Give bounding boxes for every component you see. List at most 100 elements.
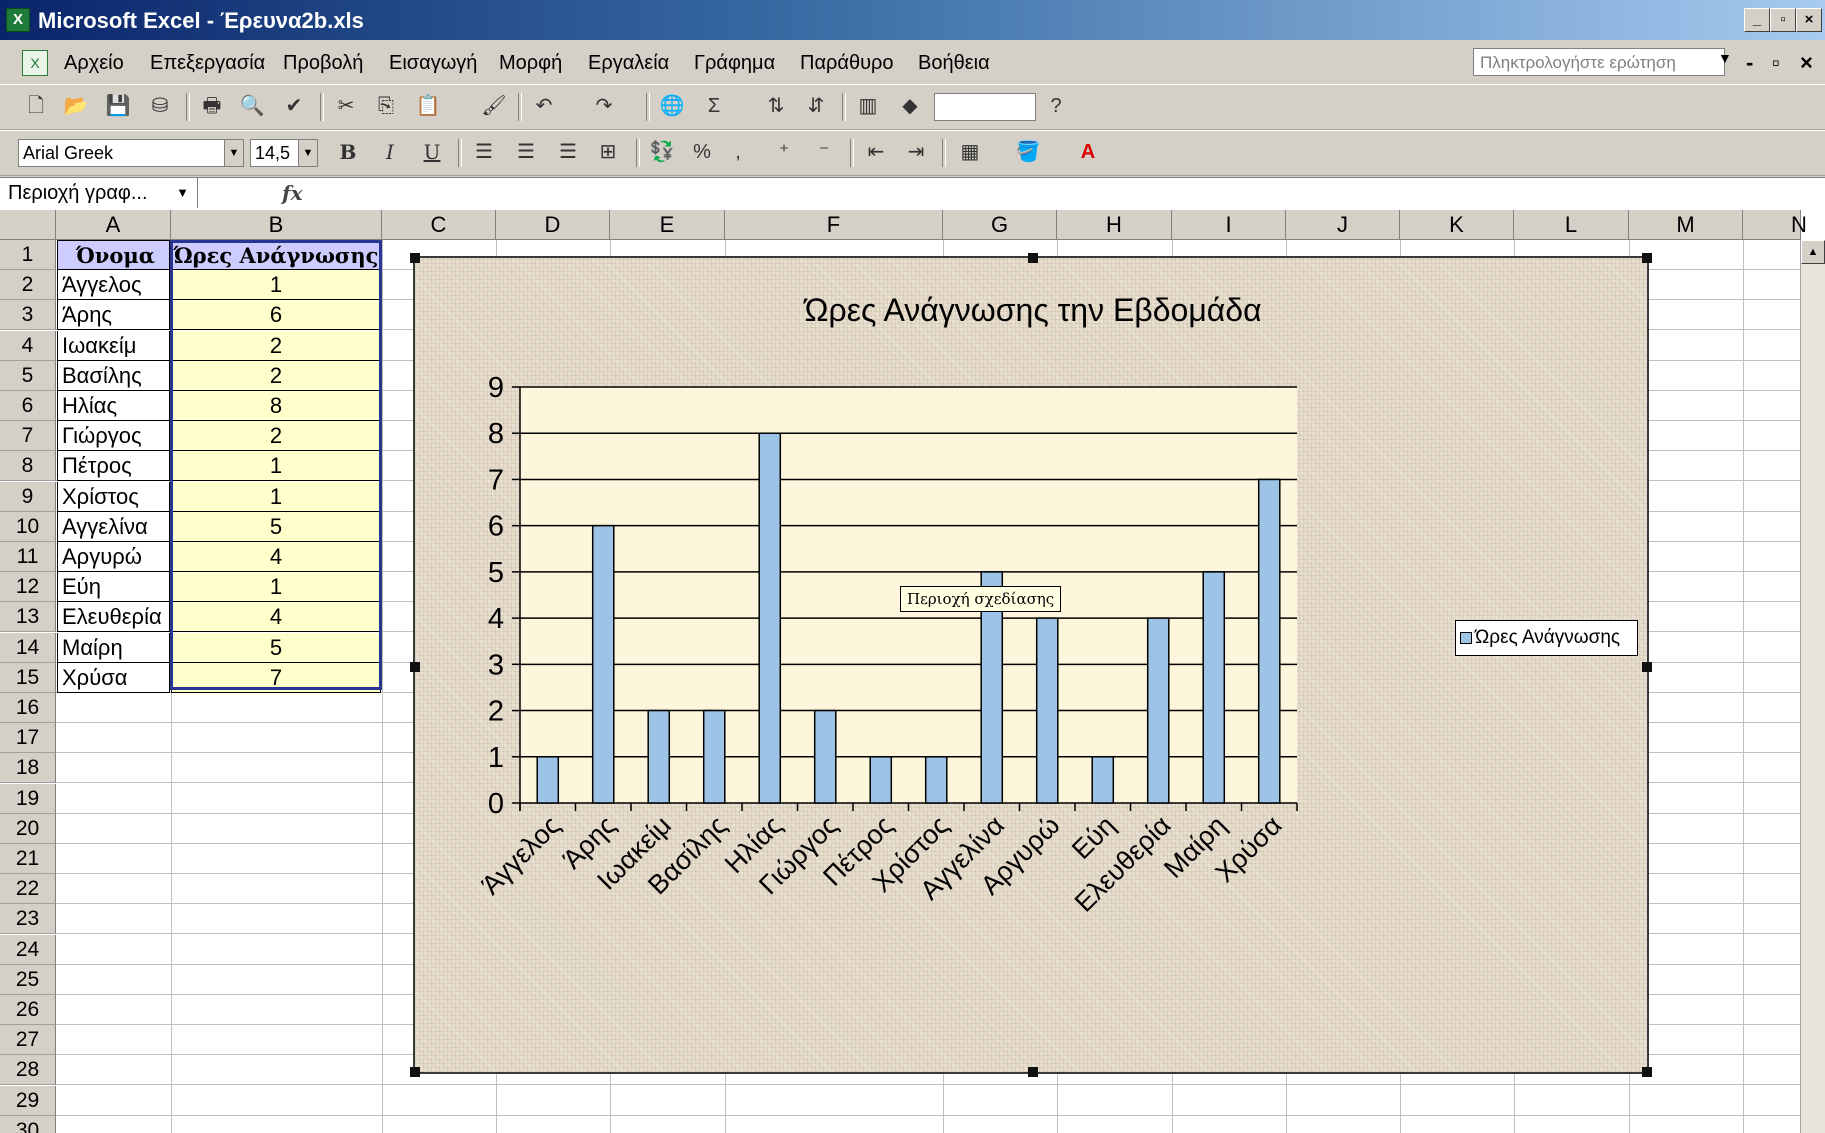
row-header[interactable]: 12 [0, 572, 56, 602]
merge-center-icon[interactable]: ⊞ [594, 139, 622, 165]
borders-icon[interactable]: ▦ [956, 139, 984, 165]
doc-close-button[interactable]: × [1800, 50, 1813, 76]
italic-button[interactable]: I [376, 139, 404, 165]
font-name-combo[interactable]: Arial Greek ▼ [18, 139, 244, 167]
doc-minimize-button[interactable]: - [1746, 50, 1753, 76]
cell-hours[interactable]: 1 [171, 482, 381, 512]
align-left-icon[interactable]: ☰ [470, 139, 498, 165]
bold-button[interactable]: B [334, 139, 362, 165]
chart-area[interactable]: Ώρες Ανάγνωσης την Εβδομάδα 0 1 2 3 4 5 6 7 8 9 Άγ… [410, 253, 1652, 1077]
menu-chart[interactable]: Γράφημα [694, 52, 775, 75]
column-header[interactable]: E [610, 210, 725, 240]
row-header[interactable]: 17 [0, 723, 56, 753]
spelling-icon[interactable]: ✔ [280, 93, 308, 119]
cut-icon[interactable]: ✂ [332, 93, 360, 119]
row-header[interactable]: 22 [0, 874, 56, 904]
help-icon[interactable]: ? [1042, 93, 1070, 119]
print-preview-icon[interactable]: 🔍 [238, 93, 266, 119]
cell-hours[interactable]: 6 [171, 300, 381, 330]
format-painter-icon[interactable]: 🖌 [480, 93, 508, 119]
column-header[interactable]: A [56, 210, 171, 240]
sort-ascending-icon[interactable]: ⇅ [762, 93, 790, 119]
row-header[interactable]: 15 [0, 663, 56, 693]
save-icon[interactable]: 💾 [104, 93, 132, 119]
new-icon[interactable]: 🗋 [22, 93, 50, 119]
chevron-down-icon[interactable]: ▼ [176, 178, 189, 208]
cell-hours[interactable]: 4 [171, 602, 381, 632]
select-all-corner[interactable] [0, 210, 56, 240]
cell-hours[interactable]: 1 [171, 572, 381, 602]
print-icon[interactable]: 🖶 [198, 93, 226, 119]
row-header[interactable]: 25 [0, 965, 56, 995]
column-header[interactable]: K [1400, 210, 1514, 240]
cell-name[interactable]: Γιώργος [57, 421, 170, 451]
increase-decimal-icon[interactable]: ⁺ [770, 139, 798, 165]
column-header[interactable]: B [171, 210, 382, 240]
column-header[interactable]: L [1514, 210, 1629, 240]
font-size-combo[interactable]: 14,5 ▼ [250, 139, 318, 167]
row-header[interactable]: 26 [0, 995, 56, 1025]
header-cell-hours[interactable]: Ώρες Ανάγνωσης [171, 240, 381, 270]
column-header[interactable]: I [1172, 210, 1286, 240]
cell-name[interactable]: Μαίρη [57, 633, 170, 663]
undo-icon[interactable]: ↶ [530, 93, 558, 119]
cell-name[interactable]: Ηλίας [57, 391, 170, 421]
row-header[interactable]: 21 [0, 844, 56, 874]
workbook-icon[interactable]: X [22, 50, 48, 76]
row-header[interactable]: 30 [0, 1116, 56, 1133]
zoom-combo[interactable] [934, 93, 1036, 121]
cell-name[interactable]: Άγγελος [57, 270, 170, 300]
cell-name[interactable]: Αγγελίνα [57, 512, 170, 542]
column-header[interactable]: N [1743, 210, 1807, 240]
row-header[interactable]: 4 [0, 331, 56, 361]
permission-icon[interactable]: ⛁ [146, 93, 174, 119]
cell-hours[interactable]: 1 [171, 270, 381, 300]
column-header[interactable]: D [496, 210, 610, 240]
cell-hours[interactable]: 1 [171, 451, 381, 481]
row-header[interactable]: 3 [0, 300, 56, 330]
cell-name[interactable]: Άρης [57, 300, 170, 330]
worksheet-grid[interactable]: A B C D E F G H I J K L M N 1 2 3 4 5 6 7 8 9 10 1… [0, 210, 1825, 1133]
menu-tools[interactable]: Εργαλεία [588, 52, 669, 75]
paste-icon[interactable]: 📋 [414, 93, 442, 119]
row-header[interactable]: 24 [0, 935, 56, 965]
column-header[interactable]: F [725, 210, 943, 240]
row-header[interactable]: 5 [0, 361, 56, 391]
column-header[interactable]: G [943, 210, 1057, 240]
row-header[interactable]: 20 [0, 814, 56, 844]
cell-hours[interactable]: 5 [171, 512, 381, 542]
menu-help[interactable]: Βοήθεια [918, 52, 990, 75]
formula-input[interactable] [310, 178, 1825, 208]
column-header[interactable]: C [382, 210, 496, 240]
row-header[interactable]: 1 [0, 240, 56, 270]
menu-edit[interactable]: Επεξεργασία [150, 52, 265, 75]
ask-question-input[interactable]: Πληκτρολογήστε ερώτηση [1473, 48, 1725, 76]
cell-name[interactable]: Ιωακείμ [57, 331, 170, 361]
row-header[interactable]: 28 [0, 1055, 56, 1085]
percent-button[interactable]: % [688, 139, 716, 165]
cell-name[interactable]: Χρύσα [57, 663, 170, 693]
close-button[interactable]: × [1796, 8, 1822, 32]
currency-icon[interactable]: 💱 [648, 139, 676, 165]
redo-icon[interactable]: ↷ [590, 93, 618, 119]
chevron-down-icon[interactable]: ▼ [224, 140, 243, 166]
doc-restore-button[interactable]: ▫ [1772, 50, 1780, 76]
excel-icon[interactable]: X [6, 8, 30, 32]
increase-indent-icon[interactable]: ⇥ [902, 139, 930, 165]
name-box[interactable]: Περιοχή γραφ... ▼ [0, 178, 198, 208]
cell-name[interactable]: Ελευθερία [57, 602, 170, 632]
column-header[interactable]: M [1629, 210, 1743, 240]
row-header[interactable]: 13 [0, 602, 56, 632]
minimize-button[interactable]: _ [1744, 8, 1770, 32]
underline-button[interactable]: U [418, 139, 446, 165]
row-header[interactable]: 11 [0, 542, 56, 572]
chevron-down-icon[interactable]: ▼ [298, 140, 317, 166]
restore-button[interactable]: ▫ [1770, 8, 1796, 32]
row-header[interactable]: 27 [0, 1025, 56, 1055]
open-icon[interactable]: 📂 [62, 93, 90, 119]
row-header[interactable]: 16 [0, 693, 56, 723]
hyperlink-icon[interactable]: 🌐 [658, 93, 686, 119]
comma-button[interactable]: , [724, 139, 752, 165]
drawing-icon[interactable]: ◆ [896, 93, 924, 119]
row-header[interactable]: 9 [0, 482, 56, 512]
